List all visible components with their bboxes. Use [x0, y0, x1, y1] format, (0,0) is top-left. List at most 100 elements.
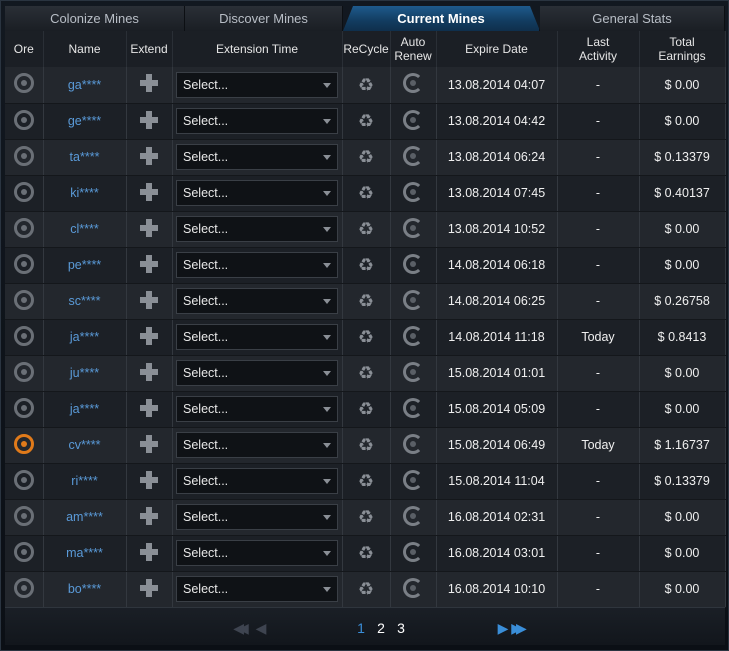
recycle-icon[interactable]: ♻ [358, 543, 374, 563]
mine-name[interactable]: ki**** [43, 175, 127, 212]
ore-icon[interactable] [13, 361, 34, 382]
ore-icon[interactable] [13, 109, 34, 130]
recycle-icon[interactable]: ♻ [358, 111, 374, 131]
plus-icon[interactable] [139, 73, 159, 93]
extension-time-select[interactable]: Select... [176, 540, 338, 566]
tab-discover-mines[interactable]: Discover Mines [185, 6, 343, 31]
chevron-right-icon[interactable]: ▶ [493, 620, 509, 637]
plus-icon[interactable] [139, 146, 159, 166]
extension-time-select[interactable]: Select... [176, 71, 338, 98]
mine-name[interactable]: ri**** [43, 463, 127, 500]
mine-name[interactable]: ge**** [43, 103, 127, 140]
plus-icon[interactable] [139, 470, 159, 490]
tab-current-mines[interactable]: Current Mines [343, 6, 540, 31]
ore-icon[interactable] [13, 325, 34, 346]
ore-icon[interactable] [13, 505, 34, 526]
mine-name[interactable]: cl**** [43, 211, 127, 248]
ore-icon[interactable] [13, 397, 34, 418]
renew-icon[interactable] [403, 397, 423, 418]
renew-icon[interactable] [403, 217, 423, 238]
tab-colonize-mines[interactable]: Colonize Mines [5, 6, 185, 31]
extension-time-select[interactable]: Select... [176, 144, 338, 170]
plus-icon[interactable] [139, 290, 159, 310]
extension-time-select[interactable]: Select... [176, 432, 338, 458]
mine-name[interactable]: cv**** [43, 427, 127, 464]
renew-icon[interactable] [403, 109, 423, 130]
renew-icon[interactable] [403, 181, 423, 202]
renew-icon[interactable] [403, 469, 423, 490]
mine-name[interactable]: sc**** [43, 283, 127, 320]
mine-name[interactable]: ga**** [43, 67, 127, 104]
extension-time-select[interactable]: Select... [176, 504, 338, 530]
mine-name[interactable]: ja**** [43, 391, 127, 428]
plus-icon[interactable] [139, 578, 159, 598]
plus-icon[interactable] [139, 254, 159, 274]
ore-icon[interactable] [13, 181, 34, 202]
recycle-icon[interactable]: ♻ [358, 507, 374, 527]
extension-time-select[interactable]: Select... [176, 396, 338, 422]
ore-icon[interactable] [13, 145, 34, 166]
extension-time-select[interactable]: Select... [176, 108, 338, 134]
ore-icon[interactable] [13, 469, 34, 490]
renew-icon[interactable] [403, 541, 423, 562]
ore-icon[interactable] [13, 217, 34, 238]
extension-time-select[interactable]: Select... [176, 180, 338, 206]
recycle-icon[interactable]: ♻ [358, 255, 374, 275]
renew-icon[interactable] [403, 361, 423, 382]
plus-icon[interactable] [139, 506, 159, 526]
plus-icon[interactable] [139, 398, 159, 418]
double-chevron-right-icon[interactable]: ▶▶ [509, 620, 527, 637]
plus-icon[interactable] [139, 542, 159, 562]
extension-time-select[interactable]: Select... [176, 288, 338, 314]
mine-name[interactable]: pe**** [43, 247, 127, 284]
mine-name[interactable]: ma**** [43, 535, 127, 572]
recycle-icon[interactable]: ♻ [358, 147, 374, 167]
ore-icon[interactable] [13, 541, 34, 562]
recycle-icon[interactable]: ♻ [358, 471, 374, 491]
extension-time-select[interactable]: Select... [176, 324, 338, 350]
ore-icon[interactable] [13, 577, 34, 598]
renew-icon[interactable] [403, 73, 423, 94]
ore-icon[interactable] [13, 433, 34, 454]
recycle-icon[interactable]: ♻ [358, 363, 374, 383]
mine-name[interactable]: ta**** [43, 139, 127, 176]
plus-icon[interactable] [139, 326, 159, 346]
page-1[interactable]: 1 [351, 620, 371, 636]
ore-icon[interactable] [13, 73, 34, 94]
plus-icon[interactable] [139, 434, 159, 454]
recycle-icon[interactable]: ♻ [358, 291, 374, 311]
recycle-icon[interactable]: ♻ [358, 579, 374, 599]
extension-time-select[interactable]: Select... [176, 216, 338, 242]
renew-icon[interactable] [403, 433, 423, 454]
recycle-icon[interactable]: ♻ [358, 327, 374, 347]
extension-time-select[interactable]: Select... [176, 576, 338, 602]
plus-icon[interactable] [139, 182, 159, 202]
extension-time-select[interactable]: Select... [176, 468, 338, 494]
renew-icon[interactable] [403, 325, 423, 346]
recycle-icon[interactable]: ♻ [358, 183, 374, 203]
tab-general-stats[interactable]: General Stats [540, 6, 725, 31]
page-2[interactable]: 2 [371, 620, 391, 636]
renew-icon[interactable] [403, 145, 423, 166]
mine-name[interactable]: am**** [43, 499, 127, 536]
renew-icon[interactable] [403, 505, 423, 526]
plus-icon[interactable] [139, 218, 159, 238]
plus-icon[interactable] [139, 362, 159, 382]
plus-icon[interactable] [139, 110, 159, 130]
ore-icon[interactable] [13, 289, 34, 310]
renew-icon[interactable] [403, 253, 423, 274]
extension-time-select[interactable]: Select... [176, 252, 338, 278]
recycle-icon[interactable]: ♻ [358, 219, 374, 239]
extension-time-select[interactable]: Select... [176, 360, 338, 386]
recycle-icon[interactable]: ♻ [358, 399, 374, 419]
page-3[interactable]: 3 [391, 620, 411, 636]
recycle-icon[interactable]: ♻ [358, 75, 374, 95]
chevron-left-icon[interactable]: ◀ [251, 620, 267, 637]
mine-name[interactable]: bo**** [43, 571, 127, 608]
mine-name[interactable]: ju**** [43, 355, 127, 392]
mine-name[interactable]: ja**** [43, 319, 127, 356]
renew-icon[interactable] [403, 289, 423, 310]
ore-icon[interactable] [13, 253, 34, 274]
recycle-icon[interactable]: ♻ [358, 435, 374, 455]
renew-icon[interactable] [403, 577, 423, 598]
